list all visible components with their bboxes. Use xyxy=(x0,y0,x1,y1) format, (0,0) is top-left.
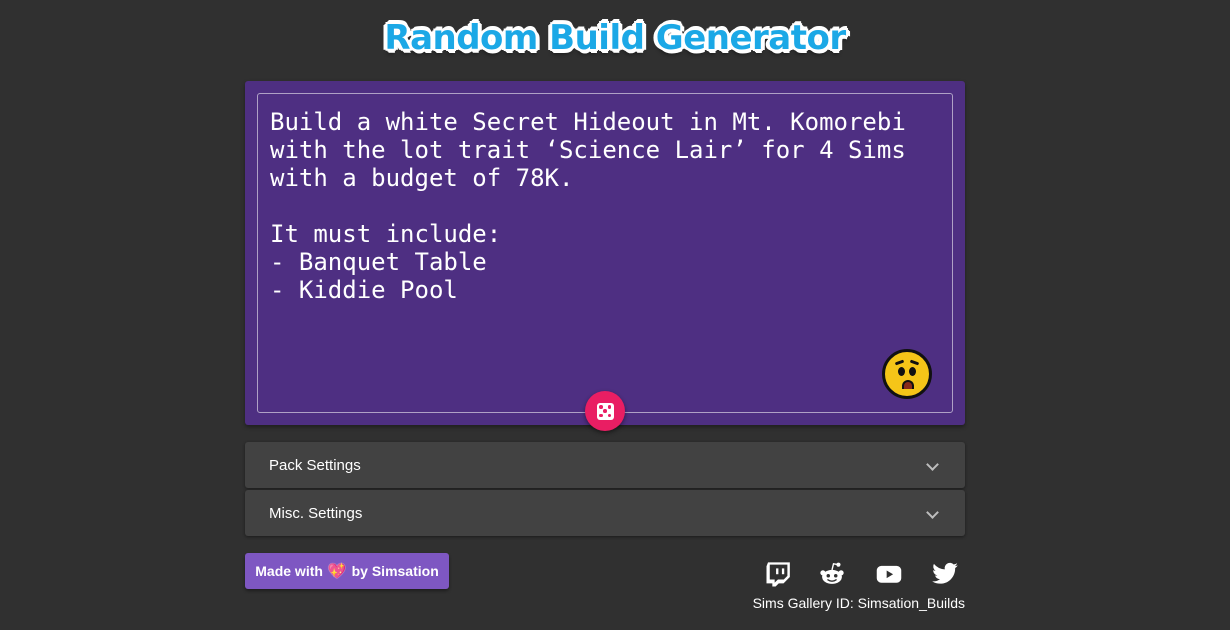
chevron-down-icon xyxy=(926,457,939,471)
reddit-icon[interactable] xyxy=(818,560,846,588)
made-with-text: Made with xyxy=(255,563,323,579)
pack-settings-label: Pack Settings xyxy=(269,456,361,474)
misc-settings-panel[interactable]: Misc. Settings xyxy=(245,490,965,536)
made-by-button[interactable]: Made with 💖 by Simsation xyxy=(245,553,449,589)
made-by-text: by Simsation xyxy=(351,563,439,579)
social-links xyxy=(757,558,965,590)
misc-settings-label: Misc. Settings xyxy=(269,504,363,522)
gallery-id-text: Sims Gallery ID: Simsation_Builds xyxy=(752,595,965,611)
heart-icon: 💖 xyxy=(327,563,347,580)
page-root: Random Build Generator Build a white Sec… xyxy=(0,0,1230,630)
prompt-card: Build a white Secret Hideout in Mt. Komo… xyxy=(245,81,965,431)
dice-icon xyxy=(596,402,614,420)
twitch-icon[interactable] xyxy=(763,560,791,588)
chevron-down-icon xyxy=(926,505,939,519)
worried-face-icon[interactable] xyxy=(882,349,932,399)
prompt-output-box: Build a white Secret Hideout in Mt. Komo… xyxy=(257,93,953,413)
randomize-button[interactable] xyxy=(585,391,625,431)
youtube-icon[interactable] xyxy=(874,560,904,588)
pack-settings-panel[interactable]: Pack Settings xyxy=(245,442,965,488)
logo-title: Random Build Generator xyxy=(384,18,846,58)
twitter-icon[interactable] xyxy=(931,560,959,588)
prompt-text: Build a white Secret Hideout in Mt. Komo… xyxy=(270,108,906,304)
